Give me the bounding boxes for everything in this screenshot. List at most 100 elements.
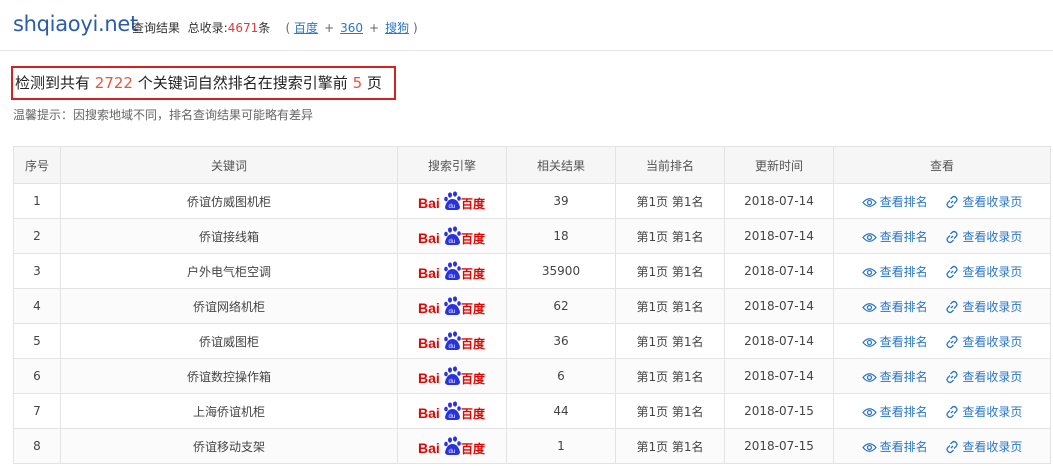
cell-view: 查看排名 查看收录页 [833, 358, 1051, 394]
table-row: 2 侨谊接线箱 Bai du 百度 18 第1页 第1名 2018-07-14 [13, 218, 1051, 254]
engine-link-baidu[interactable]: 百度 [294, 21, 318, 35]
view-index-link[interactable]: 查看收录页 [942, 195, 1022, 209]
baidu-logo-text: 百度 [461, 266, 486, 281]
cell-keyword: 侨谊接线箱 [60, 218, 398, 254]
total-unit: 条 [258, 21, 271, 35]
link-icon [946, 230, 958, 244]
baidu-logo-text: 百度 [461, 371, 486, 386]
view-rank-link[interactable]: 查看排名 [861, 370, 932, 384]
baidu-logo-bai: Bai [418, 440, 440, 456]
view-rank-link[interactable]: 查看排名 [861, 264, 932, 279]
baidu-logo-text: 百度 [461, 231, 486, 246]
view-index-link[interactable]: 查看收录页 [942, 405, 1022, 419]
col-header-rank: 当前排名 [615, 146, 725, 184]
table-row: 5 侨谊威图柜 Bai du 百度 36 第1页 第1名 2018-07-14 [13, 323, 1051, 359]
cell-view: 查看排名 查看收录页 [833, 288, 1051, 324]
view-rank-link[interactable]: 查看排名 [861, 335, 932, 349]
view-rank-label: 查看排名 [879, 264, 928, 279]
site-domain[interactable]: shqiaoyi.net [13, 12, 138, 36]
cell-results: 44 [506, 393, 616, 429]
cell-keyword: 侨谊仿威图机柜 [60, 183, 398, 219]
table-row: 6 侨谊数控操作箱 Bai du 百度 6 第1页 第1名 2018-07-14 [13, 358, 1051, 394]
view-rank-link[interactable]: 查看排名 [861, 440, 932, 454]
header-bar: shqiaoyi.net 查询结果 总收录:4671条 ( 百度 +360 + 搜狗 … [0, 0, 1053, 51]
summary-pages: 5 [352, 74, 363, 92]
view-index-label: 查看收录页 [962, 299, 1023, 314]
view-index-link[interactable]: 查看收录页 [942, 369, 1023, 384]
cell-keyword: 上海侨谊机柜 [60, 393, 398, 429]
view-rank-label: 查看排名 [879, 229, 928, 244]
cell-view: 查看排名 查看收录页 [833, 323, 1051, 359]
cell-rank: 第1页 第1名 [615, 393, 725, 429]
baidu-logo-text: 百度 [461, 406, 486, 421]
baidu-logo-text: 百度 [461, 441, 486, 456]
baidu-logo-bai: Bai [418, 370, 440, 386]
baidu-logo-du: du [449, 239, 456, 245]
baidu-logo-du: du [449, 204, 456, 210]
view-index-link[interactable]: 查看收录页 [942, 299, 1023, 314]
col-header-results: 相关结果 [506, 146, 616, 184]
cell-view: 查看排名 查看收录页 [833, 253, 1051, 289]
view-rank-link[interactable]: 查看排名 [861, 229, 932, 244]
cell-rank: 第1页 第1名 [615, 323, 725, 359]
view-index-link[interactable]: 查看收录页 [942, 265, 1022, 279]
col-header-keyword: 关键词 [60, 146, 398, 184]
col-header-no: 序号 [13, 146, 61, 184]
summary-suffix: 页 [366, 74, 382, 92]
cell-date: 2018-07-14 [724, 183, 834, 219]
cell-date: 2018-07-15 [724, 428, 834, 464]
view-rank-link[interactable]: 查看排名 [861, 404, 932, 419]
total-count: 4671 [227, 21, 259, 35]
eye-icon [861, 302, 877, 312]
cell-results: 39 [506, 183, 616, 219]
keyword-summary: 检测到共有 2722 个关键词自然排名在搜索引擎前 5 页 [11, 66, 396, 100]
cell-engine: Bai du 百度 [397, 428, 507, 464]
view-index-label: 查看收录页 [962, 439, 1023, 454]
cell-keyword: 侨谊威图柜 [60, 323, 398, 359]
cell-view: 查看排名 查看收录页 [833, 218, 1051, 254]
view-index-label: 查看收录页 [962, 229, 1023, 244]
cell-rank: 第1页 第1名 [615, 358, 725, 394]
baidu-logo-text: 百度 [461, 301, 486, 316]
cell-engine: Bai du 百度 [397, 393, 507, 429]
cell-engine: Bai du 百度 [397, 358, 507, 394]
view-rank-label: 查看排名 [879, 404, 928, 419]
baidu-logo-du: du [449, 309, 456, 315]
baidu-logo-icon: Bai du 百度 [418, 191, 486, 211]
view-index-label: 查看收录页 [962, 369, 1023, 384]
cell-rank: 第1页 第1名 [615, 428, 725, 464]
cell-results: 36 [506, 323, 616, 359]
view-rank-link[interactable]: 查看排名 [861, 299, 932, 314]
view-index-link[interactable]: 查看收录页 [942, 229, 1023, 244]
cell-date: 2018-07-14 [724, 253, 834, 289]
cell-results: 35900 [506, 253, 616, 289]
view-rank-link[interactable]: 查看排名 [861, 195, 932, 209]
table-row: 3 户外电气柜空调 Bai du 百度 35900 第1页 第1名 2018-0… [13, 253, 1051, 289]
cell-date: 2018-07-15 [724, 393, 834, 429]
view-rank-label: 查看排名 [879, 299, 928, 314]
summary-count: 2722 [94, 74, 133, 92]
view-index-label: 查看收录页 [962, 334, 1023, 349]
link-icon [946, 370, 958, 384]
link-icon [946, 440, 958, 454]
baidu-logo-icon: Bai du 百度 [418, 296, 486, 316]
tip-text: 温馨提示：因搜索地域不同，排名查询结果可能略有差异 [13, 108, 314, 122]
baidu-logo-icon: Bai du 百度 [418, 331, 486, 351]
link-icon [946, 405, 958, 419]
col-header-date: 更新时间 [724, 146, 834, 184]
engine-link-360[interactable]: 360 [340, 21, 363, 35]
baidu-logo-text: 百度 [461, 336, 486, 351]
view-index-link[interactable]: 查看收录页 [942, 439, 1023, 454]
header-summary: 查询结果 总收录:4671条 ( 百度 +360 + 搜狗 ) [132, 19, 418, 36]
engine-link-sogou[interactable]: 搜狗 [385, 21, 409, 35]
eye-icon [861, 442, 877, 452]
baidu-logo-du: du [449, 274, 456, 280]
view-index-link[interactable]: 查看收录页 [942, 334, 1023, 349]
col-header-engine: 搜索引擎 [397, 146, 507, 184]
cell-no: 8 [13, 428, 61, 464]
cell-no: 1 [13, 183, 61, 219]
cell-view: 查看排名 查看收录页 [833, 428, 1051, 464]
table-header-row: 序号 关键词 搜索引擎 相关结果 当前排名 更新时间 查看 [13, 146, 1051, 184]
cell-date: 2018-07-14 [724, 323, 834, 359]
eye-icon [861, 232, 877, 242]
